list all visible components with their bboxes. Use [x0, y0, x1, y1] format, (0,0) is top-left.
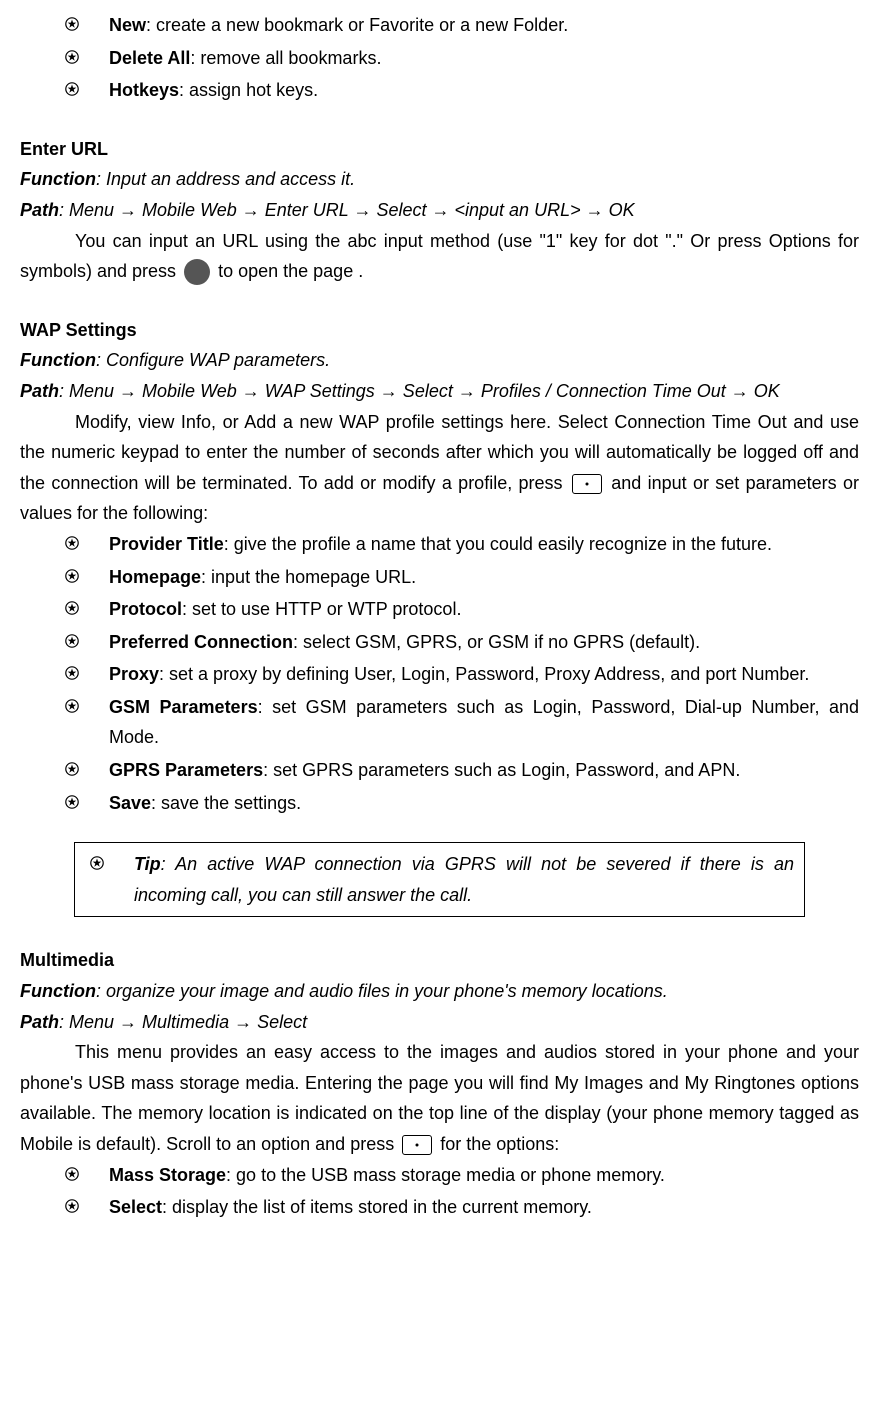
wap-body: Modify, view Info, or Add a new WAP prof… [20, 407, 859, 529]
list-item-text: Save: save the settings. [109, 788, 859, 819]
section-heading-enter-url: Enter URL [20, 134, 859, 165]
star-bullet-icon [90, 856, 104, 870]
path-line: Path: Menu → Multimedia → Select [20, 1007, 859, 1038]
star-bullet-icon [65, 795, 79, 809]
list-item: Hotkeys: assign hot keys. [65, 75, 859, 106]
star-bullet-icon [65, 634, 79, 648]
multimedia-body: This menu provides an easy access to the… [20, 1037, 859, 1159]
star-bullet-icon [65, 666, 79, 680]
star-bullet-icon [65, 762, 79, 776]
star-bullet-icon [65, 1199, 79, 1213]
list-item: Protocol: set to use HTTP or WTP protoco… [65, 594, 859, 625]
list-item-text: GSM Parameters: set GSM parameters such … [109, 692, 859, 753]
section-heading-wap: WAP Settings [20, 315, 859, 346]
multimedia-bullet-list: Mass Storage: go to the USB mass storage… [20, 1160, 859, 1223]
list-item-text: Proxy: set a proxy by defining User, Log… [109, 659, 859, 690]
soft-key-icon [572, 474, 602, 494]
list-item-text: Select: display the list of items stored… [109, 1192, 859, 1223]
star-bullet-icon [65, 536, 79, 550]
list-item: Preferred Connection: select GSM, GPRS, … [65, 627, 859, 658]
star-bullet-icon [65, 569, 79, 583]
list-item: Save: save the settings. [65, 788, 859, 819]
list-item: Homepage: input the homepage URL. [65, 562, 859, 593]
list-item: Delete All: remove all bookmarks. [65, 43, 859, 74]
section-heading-multimedia: Multimedia [20, 945, 859, 976]
function-line: Function: organize your image and audio … [20, 976, 859, 1007]
function-line: Function: Input an address and access it… [20, 164, 859, 195]
star-bullet-icon [65, 82, 79, 96]
list-item-text: Homepage: input the homepage URL. [109, 562, 859, 593]
list-item: Mass Storage: go to the USB mass storage… [65, 1160, 859, 1191]
star-bullet-icon [65, 50, 79, 64]
list-item-text: Protocol: set to use HTTP or WTP protoco… [109, 594, 859, 625]
list-item-text: Provider Title: give the profile a name … [109, 529, 859, 560]
list-item-text: New: create a new bookmark or Favorite o… [109, 10, 859, 41]
tip-box: Tip: An active WAP connection via GPRS w… [74, 842, 805, 917]
list-item-text: Mass Storage: go to the USB mass storage… [109, 1160, 859, 1191]
path-line: Path: Menu → Mobile Web → WAP Settings →… [20, 376, 859, 407]
star-bullet-icon [65, 1167, 79, 1181]
list-item: Proxy: set a proxy by defining User, Log… [65, 659, 859, 690]
list-item: GPRS Parameters: set GPRS parameters suc… [65, 755, 859, 786]
ok-button-icon: OK [184, 259, 210, 285]
list-item: Provider Title: give the profile a name … [65, 529, 859, 560]
wap-bullet-list: Provider Title: give the profile a name … [20, 529, 859, 818]
list-item: New: create a new bookmark or Favorite o… [65, 10, 859, 41]
soft-key-icon [402, 1135, 432, 1155]
star-bullet-icon [65, 699, 79, 713]
top-bullet-list: New: create a new bookmark or Favorite o… [20, 10, 859, 106]
function-line: Function: Configure WAP parameters. [20, 345, 859, 376]
list-item-text: Delete All: remove all bookmarks. [109, 43, 859, 74]
path-line: Path: Menu → Mobile Web → Enter URL → Se… [20, 195, 859, 226]
star-bullet-icon [65, 17, 79, 31]
list-item: GSM Parameters: set GSM parameters such … [65, 692, 859, 753]
list-item: Select: display the list of items stored… [65, 1192, 859, 1223]
star-bullet-icon [65, 601, 79, 615]
list-item-text: Hotkeys: assign hot keys. [109, 75, 859, 106]
list-item-text: GPRS Parameters: set GPRS parameters suc… [109, 755, 859, 786]
list-item-text: Preferred Connection: select GSM, GPRS, … [109, 627, 859, 658]
enter-url-body: You can input an URL using the abc input… [20, 226, 859, 287]
